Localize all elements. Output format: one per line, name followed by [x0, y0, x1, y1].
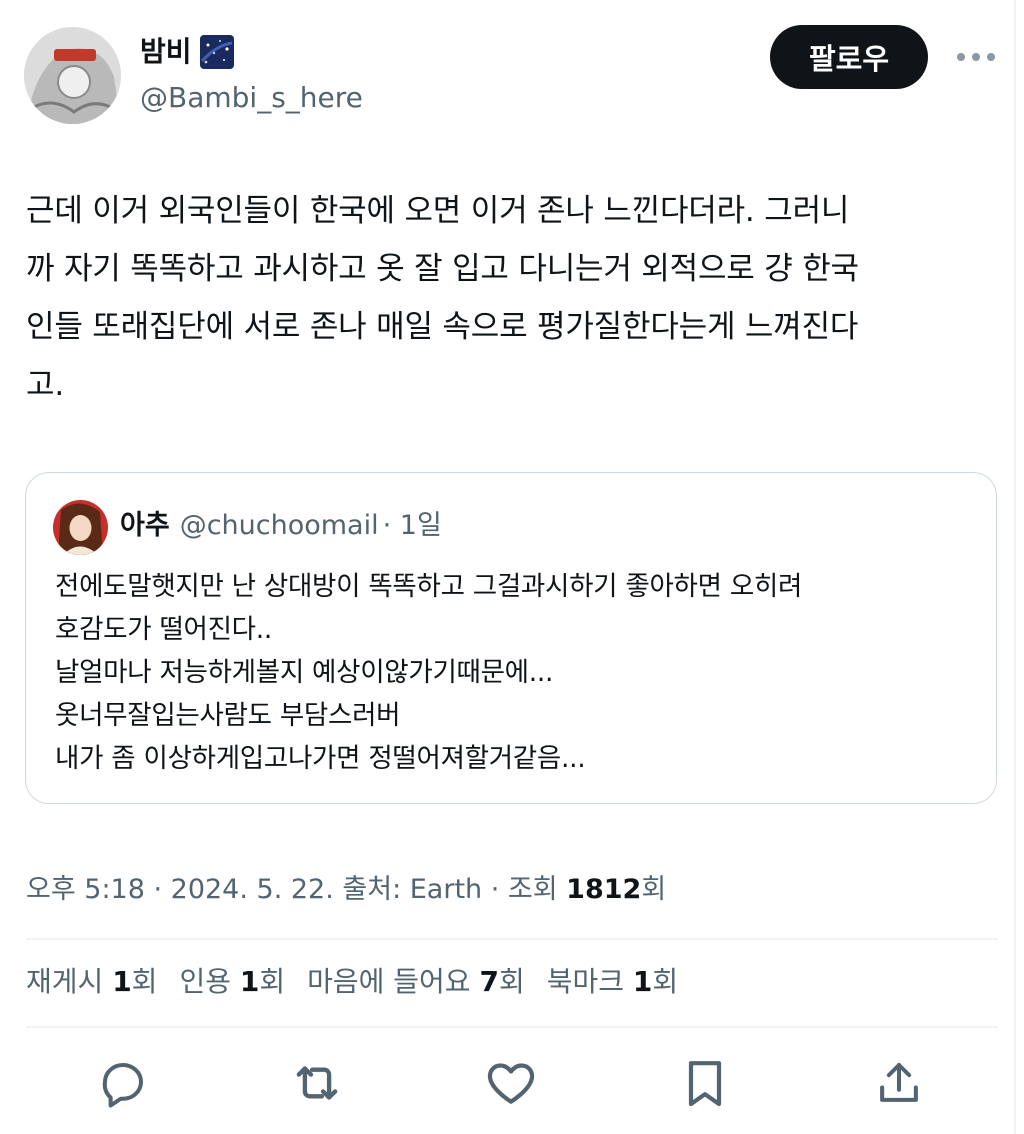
retweet-stat[interactable]: 재게시 1회 [26, 960, 157, 1004]
author-name-text: 밤비 [140, 35, 192, 68]
quoted-author-avatar [53, 500, 108, 555]
tweet-meta-line: 오후 5:18 · 2024. 5. 22. 출처: Earth · 조회 18… [26, 868, 666, 912]
share-icon[interactable] [866, 1050, 932, 1116]
quoted-author-name[interactable]: 아추 [120, 507, 170, 545]
bookmark-icon[interactable] [672, 1050, 738, 1116]
tweet-timestamp: 오후 5:18 · 2024. 5. 22. 출처: Earth · 조회 [26, 874, 567, 905]
like-stat[interactable]: 마음에 들어요 7회 [307, 960, 525, 1004]
like-count: 7 [479, 965, 499, 998]
bookmark-stat-unit: 회 [652, 965, 679, 998]
divider [26, 1026, 998, 1028]
bookmark-stat-label: 북마크 [546, 965, 633, 998]
bookmark-count: 1 [632, 965, 653, 998]
view-count-unit: 회 [641, 874, 667, 905]
author-display-name[interactable]: 밤비 [140, 34, 234, 70]
retweet-count: 1 [112, 965, 132, 998]
quoted-author-handle[interactable]: @chuchoomail [180, 507, 379, 545]
tweet-text: 근데 이거 외국인들이 한국에 오면 이거 존나 느낀다더라. 그러니 까 자기… [26, 193, 859, 403]
more-horizontal-icon[interactable] [954, 40, 998, 74]
quote-stat-label: 인용 [179, 965, 240, 998]
quoted-tweet-text: 전에도말햇지만 난 상대방이 똑똑하고 그걸과시하기 좋아하면 오히려 호감도가… [55, 571, 803, 774]
retweet-stat-unit: 회 [131, 965, 158, 998]
author-handle[interactable]: @Bambi_s_here [140, 80, 363, 116]
retweet-icon[interactable] [284, 1050, 350, 1116]
reply-icon[interactable] [90, 1050, 156, 1116]
quoted-tweet-card[interactable]: 아추 @chuchoomail · 1일 전에도말햇지만 난 상대방이 똑똑하고… [25, 472, 997, 804]
like-stat-label: 마음에 들어요 [307, 965, 480, 998]
bookmark-stat[interactable]: 북마크 1회 [547, 960, 678, 1004]
like-icon[interactable] [478, 1050, 544, 1116]
retweet-stat-label: 재게시 [26, 965, 113, 998]
divider [26, 938, 998, 940]
view-count: 1812 [566, 874, 642, 905]
follow-button[interactable]: 팔로우 [770, 25, 928, 89]
quote-count: 1 [239, 965, 260, 998]
quote-stat-unit: 회 [259, 965, 286, 998]
engagement-stats: 재게시 1회 인용 1회 마음에 들어요 7회 북마크 1회 [26, 960, 678, 1004]
action-bar [0, 1050, 1024, 1116]
galaxy-emoji-icon [199, 35, 234, 69]
quote-stat[interactable]: 인용 1회 [179, 960, 285, 1004]
quoted-tweet-time: · 1일 [382, 510, 442, 541]
author-avatar[interactable] [24, 27, 121, 124]
quoted-tweet-header: 아추 @chuchoomail · 1일 [120, 507, 442, 545]
page-edge-rule [1014, 0, 1016, 1134]
like-stat-unit: 회 [498, 965, 525, 998]
